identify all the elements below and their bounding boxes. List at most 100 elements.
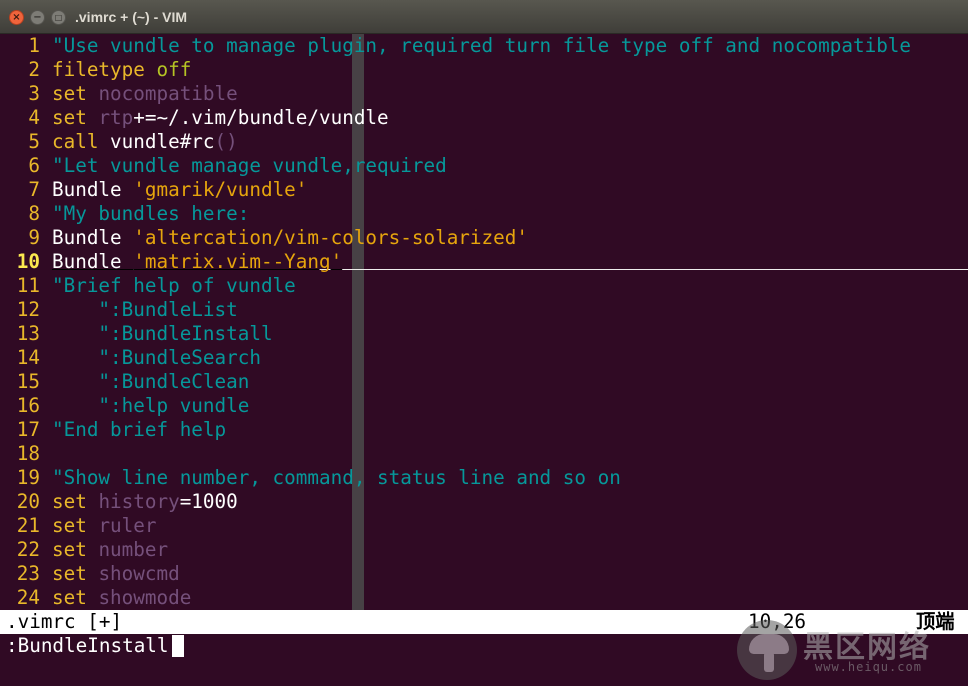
line-text: set ruler: [52, 514, 156, 537]
title-bar: × − □ .vimrc + (~) - VIM: [0, 0, 968, 34]
line-number: 7: [28, 178, 40, 201]
code-line[interactable]: 20 set history=1000: [0, 490, 968, 514]
line-number: 9: [28, 226, 40, 249]
line-text: "Brief help of vundle: [52, 274, 296, 297]
line-text: ":BundleList: [52, 298, 238, 321]
code-line[interactable]: 1 "Use vundle to manage plugin, required …: [0, 34, 968, 58]
syntax-token: ":BundleList: [52, 298, 238, 321]
line-number: 24: [16, 586, 40, 609]
code-line[interactable]: 12 ":BundleList: [0, 298, 968, 322]
watermark-url: www.heiqu.com: [815, 660, 922, 674]
code-line[interactable]: 6 "Let vundle manage vundle,required: [0, 154, 968, 178]
line-number: 1: [28, 34, 40, 57]
line-text: Bundle 'gmarik/vundle': [52, 178, 307, 201]
syntax-token: [87, 586, 99, 609]
code-line[interactable]: 9 Bundle 'altercation/vim-colors-solarize…: [0, 226, 968, 250]
code-line[interactable]: 24 set showmode: [0, 586, 968, 610]
syntax-token: ruler: [98, 514, 157, 537]
code-line[interactable]: 14 ":BundleSearch: [0, 346, 968, 370]
syntax-token: set: [52, 562, 87, 585]
syntax-token: [87, 562, 99, 585]
line-text: set nocompatible: [52, 82, 238, 105]
line-text: "Use vundle to manage plugin, required t…: [52, 34, 911, 57]
syntax-token: "Use vundle to manage plugin, required t…: [52, 34, 912, 57]
syntax-token: [87, 514, 99, 537]
line-number: 5: [28, 130, 40, 153]
syntax-token: 'matrix.vim--Yang': [133, 250, 343, 273]
syntax-token: ":help vundle: [52, 394, 250, 417]
line-number: 12: [16, 298, 40, 321]
code-line[interactable]: 8 "My bundles here:: [0, 202, 968, 226]
code-line[interactable]: 11 "Brief help of vundle: [0, 274, 968, 298]
line-text: Bundle 'matrix.vim--Yang': [52, 250, 342, 273]
line-number: 23: [16, 562, 40, 585]
syntax-token: set: [52, 538, 87, 561]
close-window-icon[interactable]: ×: [9, 10, 24, 25]
minimize-window-icon[interactable]: −: [30, 10, 45, 25]
code-line[interactable]: 3 set nocompatible: [0, 82, 968, 106]
code-line[interactable]: 23 set showcmd: [0, 562, 968, 586]
code-line[interactable]: 15 ":BundleClean: [0, 370, 968, 394]
syntax-token: [87, 106, 99, 129]
syntax-token: set: [52, 106, 87, 129]
syntax-token: +=~/.vim/bundle/vundle: [133, 106, 389, 129]
syntax-token: set: [52, 586, 87, 609]
watermark: 黑区网络 www.heiqu.com: [735, 614, 965, 684]
line-number: 18: [16, 442, 40, 465]
syntax-token: set: [52, 490, 87, 513]
line-text: set showmode: [52, 586, 191, 609]
line-text: ":help vundle: [52, 394, 249, 417]
line-number: 15: [16, 370, 40, 393]
syntax-token: "My bundles here:: [52, 202, 250, 225]
line-text: "Show line number, command, status line …: [52, 466, 621, 489]
code-line[interactable]: 10 Bundle 'matrix.vim--Yang': [0, 250, 968, 274]
line-text: ":BundleSearch: [52, 346, 261, 369]
editor-buffer[interactable]: 1 "Use vundle to manage plugin, required …: [0, 34, 968, 610]
syntax-token: ":BundleClean: [52, 370, 250, 393]
command-text[interactable]: :BundleInstall: [6, 634, 169, 658]
syntax-token: number: [98, 538, 169, 561]
code-line[interactable]: 5 call vundle#rc(): [0, 130, 968, 154]
syntax-token: "Brief help of vundle: [52, 274, 296, 297]
code-line[interactable]: 4 set rtp+=~/.vim/bundle/vundle: [0, 106, 968, 130]
mushroom-logo-icon: [737, 620, 797, 680]
syntax-token: nocompatible: [98, 82, 238, 105]
code-line[interactable]: 17 "End brief help: [0, 418, 968, 442]
syntax-token: set: [52, 82, 87, 105]
code-line[interactable]: 18: [0, 442, 968, 466]
line-number: 22: [16, 538, 40, 561]
line-number: 21: [16, 514, 40, 537]
syntax-token: 'altercation/vim-colors-solarized': [133, 226, 528, 249]
line-text: set rtp+=~/.vim/bundle/vundle: [52, 106, 389, 129]
syntax-token: [87, 82, 99, 105]
syntax-token: rtp: [98, 106, 134, 129]
maximize-window-icon[interactable]: □: [51, 10, 66, 25]
code-line[interactable]: 21 set ruler: [0, 514, 968, 538]
syntax-token: (): [214, 130, 238, 153]
line-text: ":BundleInstall: [52, 322, 272, 345]
code-line[interactable]: 2 filetype off: [0, 58, 968, 82]
syntax-token: Bundle: [52, 250, 134, 273]
syntax-token: Bundle: [52, 178, 134, 201]
code-line[interactable]: 7 Bundle 'gmarik/vundle': [0, 178, 968, 202]
code-line[interactable]: 22 set number: [0, 538, 968, 562]
syntax-token: history: [98, 490, 180, 513]
text-cursor: [172, 635, 184, 657]
code-line[interactable]: 19 "Show line number, command, status lin…: [0, 466, 968, 490]
line-number: 11: [16, 274, 40, 297]
mushroom-cap: [749, 634, 789, 654]
mushroom-stem: [764, 652, 774, 672]
line-text: set number: [52, 538, 168, 561]
syntax-token: set: [52, 514, 87, 537]
syntax-token: showmode: [98, 586, 192, 609]
code-line[interactable]: 13 ":BundleInstall: [0, 322, 968, 346]
code-line[interactable]: 16 ":help vundle: [0, 394, 968, 418]
syntax-token: 'gmarik/vundle': [133, 178, 308, 201]
line-number: 2: [28, 58, 40, 81]
line-number: 10: [16, 250, 40, 273]
vim-window: × − □ .vimrc + (~) - VIM 1 "Use vundle to…: [0, 0, 968, 686]
syntax-token: vundle#rc: [98, 130, 215, 153]
syntax-token: [87, 490, 99, 513]
syntax-token: filetype: [52, 58, 145, 81]
window-title: .vimrc + (~) - VIM: [75, 9, 188, 25]
